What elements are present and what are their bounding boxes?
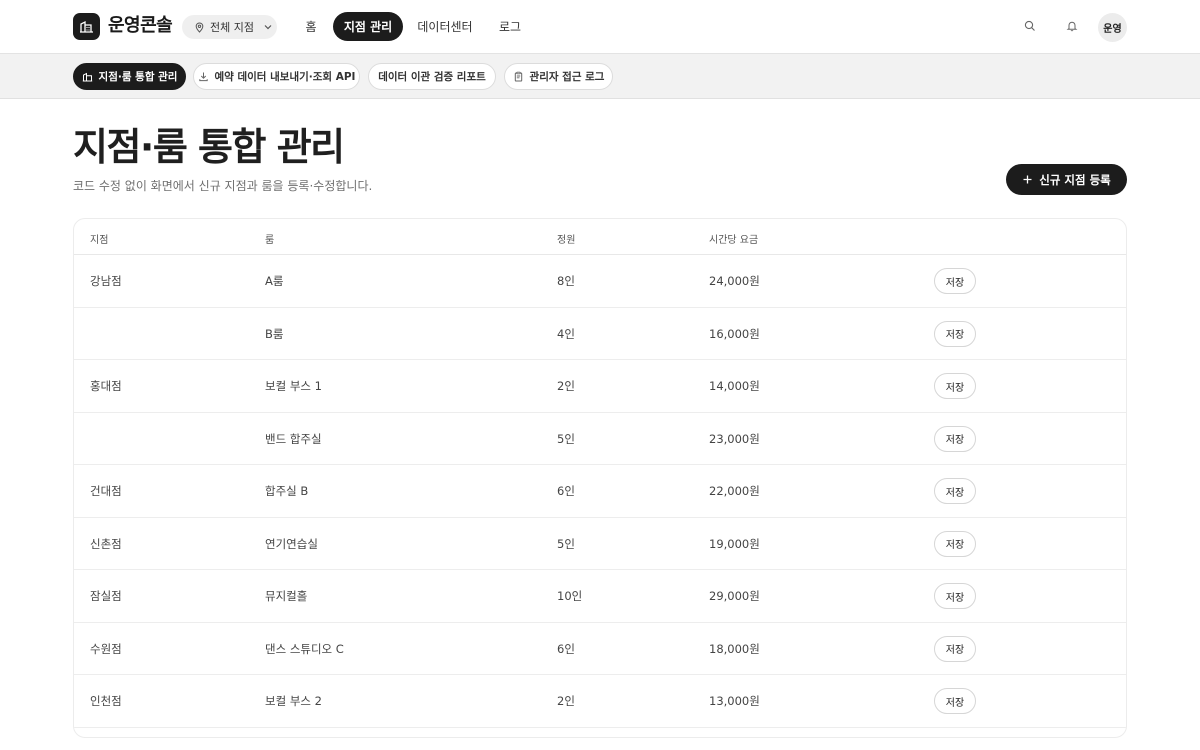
cell-branch: 잠실점 bbox=[90, 589, 122, 603]
branch-select[interactable]: 전체 지점 bbox=[182, 15, 277, 39]
cell-branch: 인천점 bbox=[90, 694, 122, 708]
search-icon bbox=[1024, 20, 1035, 31]
cell-room: A룸 bbox=[265, 274, 284, 288]
branch-select-label: 전체 지점 bbox=[210, 21, 254, 34]
page-description: 코드 수정 없이 화면에서 신규 지점과 룸을 등록·수정합니다. bbox=[73, 179, 373, 193]
column-header-price: 시간당 요금 bbox=[709, 235, 759, 246]
column-header-capacity: 정원 bbox=[557, 235, 576, 246]
brand-name: 운영콘솔 bbox=[108, 15, 173, 36]
tab-data-migration-report[interactable]: 데이터 이관 검증 리포트 bbox=[368, 63, 496, 90]
column-header-branch: 지점 bbox=[90, 235, 109, 246]
cell-room: B룸 bbox=[265, 326, 284, 341]
cell-capacity: 5인 bbox=[557, 431, 575, 446]
save-button[interactable]: 저장 bbox=[934, 583, 976, 609]
cell-room: 밴드 합주실 bbox=[265, 431, 322, 446]
table-row: 강남점 A룸 8인 24,000원 저장 bbox=[74, 255, 1126, 308]
cell-branch: 신촌점 bbox=[90, 536, 122, 551]
tab-branch-room-management[interactable]: 지점·룸 통합 관리 bbox=[73, 63, 186, 90]
tab-label: 예약 데이터 내보내기·조회 API bbox=[214, 71, 356, 83]
save-button[interactable]: 저장 bbox=[934, 373, 976, 399]
cell-capacity: 2인 bbox=[557, 379, 575, 393]
nav-data-center[interactable]: 데이터센터 bbox=[411, 12, 479, 41]
plus-icon bbox=[1023, 175, 1032, 184]
table-row: 건대점 합주실 B 6인 22,000원 저장 bbox=[74, 465, 1126, 518]
cell-price: 14,000원 bbox=[709, 379, 760, 393]
cell-branch: 강남점 bbox=[90, 274, 122, 288]
save-button[interactable]: 저장 bbox=[934, 688, 976, 714]
tab-label: 관리자 접근 로그 bbox=[529, 71, 605, 83]
cell-capacity: 6인 bbox=[557, 641, 575, 656]
cell-room: 합주실 B bbox=[265, 484, 309, 498]
tab-label: 데이터 이관 검증 리포트 bbox=[378, 71, 486, 83]
cell-price: 19,000원 bbox=[709, 536, 760, 551]
add-branch-button[interactable]: 신규 지점 등록 bbox=[1006, 164, 1127, 195]
cell-branch: 수원점 bbox=[90, 641, 122, 656]
tab-admin-access-log[interactable]: 관리자 접근 로그 bbox=[504, 63, 613, 90]
cell-room: 연기연습실 bbox=[265, 536, 318, 551]
add-branch-label: 신규 지점 등록 bbox=[1039, 172, 1111, 187]
cell-price: 29,000원 bbox=[709, 589, 760, 603]
table-row: B룸 4인 16,000원 저장 bbox=[74, 308, 1126, 360]
cell-capacity: 4인 bbox=[557, 326, 575, 341]
table-row: 잠실점 뮤지컬홀 10인 29,000원 저장 bbox=[74, 570, 1126, 623]
table-row: 홍대점 보컬 부스 1 2인 14,000원 저장 bbox=[74, 360, 1126, 413]
branch-room-table: 지점 룸 정원 시간당 요금 강남점 A룸 8인 24,000원 저장 B룸 4… bbox=[73, 218, 1127, 738]
notification-button[interactable] bbox=[1062, 16, 1082, 36]
location-pin-icon bbox=[195, 21, 204, 33]
building-icon bbox=[82, 72, 92, 82]
cell-room: 보컬 부스 2 bbox=[265, 694, 322, 708]
page-title: 지점·룸 통합 관리 bbox=[73, 125, 345, 169]
tab-reservation-export-api[interactable]: 예약 데이터 내보내기·조회 API bbox=[193, 63, 360, 90]
cell-price: 24,000원 bbox=[709, 274, 760, 288]
cell-capacity: 2인 bbox=[557, 694, 575, 708]
sub-tab-bar: 지점·룸 통합 관리 예약 데이터 내보내기·조회 API 데이터 이관 검증 … bbox=[0, 54, 1200, 99]
save-button[interactable]: 저장 bbox=[934, 268, 976, 294]
save-button[interactable]: 저장 bbox=[934, 320, 976, 347]
table-header: 지점 룸 정원 시간당 요금 bbox=[74, 219, 1126, 255]
building-icon bbox=[80, 20, 93, 33]
save-button[interactable]: 저장 bbox=[934, 425, 976, 452]
nav-log[interactable]: 로그 bbox=[490, 12, 530, 41]
cell-branch: 홍대점 bbox=[90, 379, 122, 393]
save-button[interactable]: 저장 bbox=[934, 530, 976, 557]
logo[interactable] bbox=[73, 13, 100, 40]
cell-room: 뮤지컬홀 bbox=[265, 589, 308, 603]
cell-room: 댄스 스튜디오 C bbox=[265, 641, 344, 656]
cell-price: 22,000원 bbox=[709, 484, 760, 498]
save-button[interactable]: 저장 bbox=[934, 635, 976, 662]
cell-branch: 건대점 bbox=[90, 484, 122, 498]
cell-capacity: 6인 bbox=[557, 484, 575, 498]
top-header: 운영콘솔 전체 지점 홈 지점 관리 데이터센터 로그 운영 bbox=[0, 0, 1200, 54]
cell-price: 18,000원 bbox=[709, 641, 760, 656]
cell-price: 13,000원 bbox=[709, 694, 760, 708]
table-row: 수원점 댄스 스튜디오 C 6인 18,000원 저장 bbox=[74, 623, 1126, 675]
cell-price: 16,000원 bbox=[709, 326, 760, 341]
save-button[interactable]: 저장 bbox=[934, 478, 976, 504]
nav-branch-management[interactable]: 지점 관리 bbox=[333, 12, 403, 41]
cell-capacity: 10인 bbox=[557, 589, 583, 603]
table-body: 강남점 A룸 8인 24,000원 저장 B룸 4인 16,000원 저장 홍대… bbox=[74, 255, 1126, 728]
table-row: 인천점 보컬 부스 2 2인 13,000원 저장 bbox=[74, 675, 1126, 728]
chevron-down-icon bbox=[264, 25, 272, 30]
table-row: 밴드 합주실 5인 23,000원 저장 bbox=[74, 413, 1126, 465]
tab-label: 지점·룸 통합 관리 bbox=[98, 71, 178, 83]
search-button[interactable] bbox=[1020, 16, 1040, 36]
cell-capacity: 8인 bbox=[557, 274, 575, 288]
cell-capacity: 5인 bbox=[557, 536, 575, 551]
download-icon bbox=[198, 72, 208, 82]
table-row: 신촌점 연기연습실 5인 19,000원 저장 bbox=[74, 518, 1126, 570]
column-header-room: 룸 bbox=[265, 235, 275, 246]
bell-icon bbox=[1066, 21, 1078, 32]
clipboard-icon bbox=[514, 71, 522, 82]
nav-home[interactable]: 홈 bbox=[296, 12, 326, 41]
cell-room: 보컬 부스 1 bbox=[265, 379, 322, 393]
cell-price: 23,000원 bbox=[709, 431, 760, 446]
user-avatar[interactable]: 운영 bbox=[1098, 13, 1127, 42]
